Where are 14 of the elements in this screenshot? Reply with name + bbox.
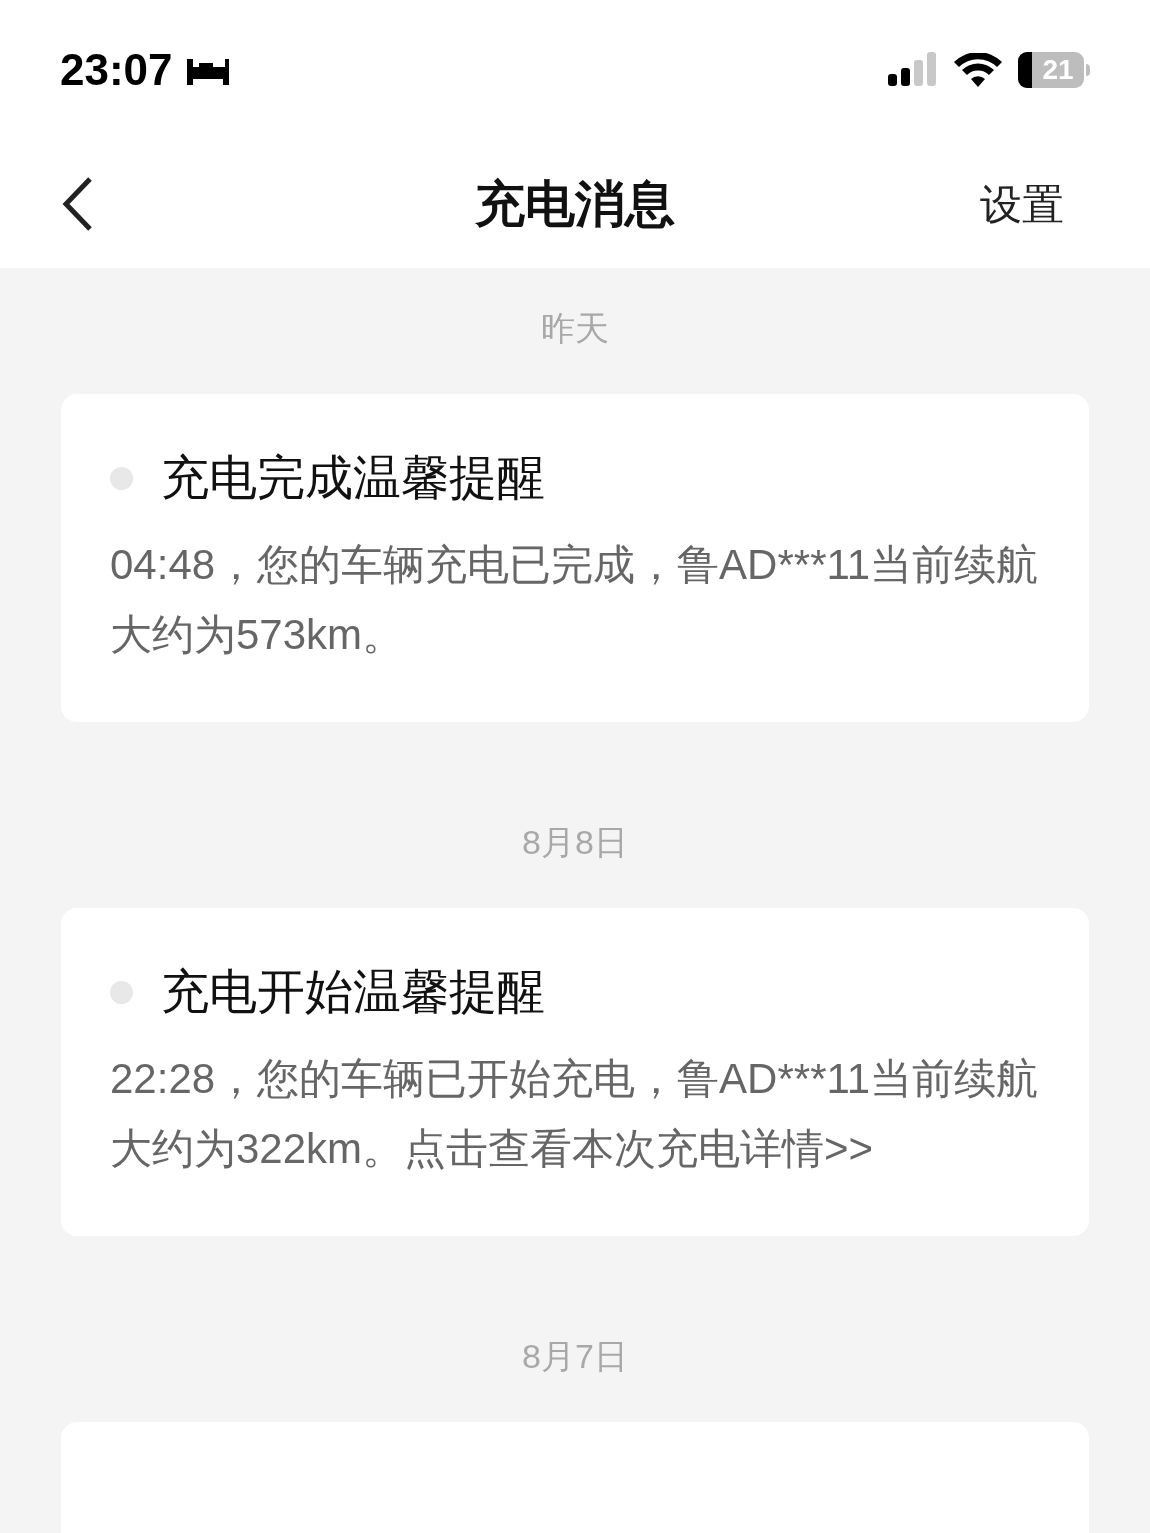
page-title: 充电消息: [475, 174, 675, 234]
date-label: 昨天: [541, 308, 609, 349]
wifi-icon: [954, 53, 1002, 87]
status-time: 23:07: [60, 44, 173, 96]
signal-icon: [888, 52, 938, 88]
date-label: 8月7日: [522, 1336, 628, 1377]
settings-link[interactable]: 设置: [980, 172, 1064, 236]
date-label: 8月8日: [522, 822, 628, 863]
message-body: 22:28，您的车辆已开始充电，鲁AD***11当前续航大约为322km。点击查看本次充电详情>>: [110, 1054, 1040, 1174]
message-body: 04:48，您的车辆充电已完成，鲁AD***11当前续航大约为573km。: [110, 540, 1040, 660]
message-title: 充电开始温馨提醒: [161, 964, 545, 1020]
message-card[interactable]: 充电完成温馨提醒 04:48，您的车辆充电已完成，鲁AD***11当前续航大约为573km。: [61, 394, 1089, 722]
message-title: 充电完成温馨提醒: [161, 450, 545, 506]
message-card[interactable]: 充电开始温馨提醒 22:28，您的车辆已开始充电，鲁AD***11当前续航大约为322km。点击查看本次充电详情>>: [61, 908, 1089, 1236]
